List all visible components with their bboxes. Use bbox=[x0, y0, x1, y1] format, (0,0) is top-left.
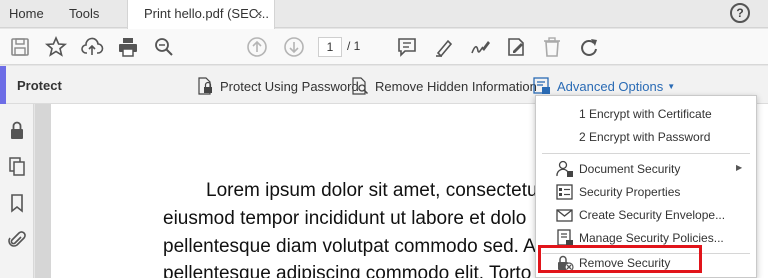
tab-tools[interactable]: Tools bbox=[69, 6, 99, 21]
bookmark-icon[interactable] bbox=[7, 193, 27, 213]
menu-item-label: Manage Security Policies... bbox=[579, 231, 724, 245]
remove-security-highlight-box bbox=[538, 245, 702, 273]
lock-document-icon bbox=[198, 77, 212, 95]
menu-item-encrypt-with-certificate[interactable]: 1 Encrypt with Certificate bbox=[536, 103, 756, 125]
properties-icon bbox=[556, 183, 574, 201]
protect-using-password-button[interactable]: Protect Using Password bbox=[196, 76, 359, 96]
user-lock-icon bbox=[556, 160, 574, 178]
help-icon[interactable]: ? bbox=[730, 3, 750, 23]
zoom-icon[interactable] bbox=[152, 35, 176, 59]
page-total: / 1 bbox=[347, 39, 361, 53]
toolbar: 1 / 1 bbox=[0, 29, 768, 65]
remove-hidden-information-label: Remove Hidden Information bbox=[375, 78, 537, 94]
tab-document[interactable]: Print hello.pdf (SEC... × bbox=[127, 0, 275, 29]
star-icon[interactable] bbox=[44, 35, 68, 59]
envelope-icon bbox=[556, 206, 574, 224]
protect-accent-bar bbox=[0, 66, 6, 104]
advanced-options-dropdown[interactable]: Advanced Options ▼ bbox=[533, 76, 675, 96]
cloud-upload-icon[interactable] bbox=[80, 35, 104, 59]
menu-item-encrypt-with-password[interactable]: 2 Encrypt with Password bbox=[536, 126, 756, 148]
menu-item-label: Document Security bbox=[579, 162, 681, 176]
comment-icon[interactable] bbox=[395, 35, 419, 59]
pages-icon[interactable] bbox=[7, 156, 27, 176]
document-text-line: pellentesque adipiscing commodo elit. To… bbox=[163, 263, 532, 278]
chevron-down-icon: ▼ bbox=[667, 81, 676, 91]
redo-icon[interactable] bbox=[577, 35, 601, 59]
menu-item-security-properties[interactable]: Security Properties bbox=[536, 181, 756, 203]
menu-item-create-security-envelope[interactable]: Create Security Envelope... bbox=[536, 204, 756, 226]
advanced-options-icon bbox=[533, 77, 550, 94]
remove-hidden-information-button[interactable]: Remove Hidden Information bbox=[351, 76, 537, 96]
next-page-icon[interactable] bbox=[282, 35, 306, 59]
menu-item-label: 2 Encrypt with Password bbox=[579, 130, 711, 144]
print-icon[interactable] bbox=[116, 35, 140, 59]
menu-item-label: 1 Encrypt with Certificate bbox=[579, 107, 712, 121]
menu-item-label: Security Properties bbox=[579, 185, 681, 199]
edit-stamp-icon[interactable] bbox=[504, 35, 528, 59]
tab-home[interactable]: Home bbox=[9, 6, 44, 21]
menu-separator bbox=[542, 153, 750, 154]
sign-icon[interactable] bbox=[468, 35, 492, 59]
menu-item-document-security[interactable]: Document Security ▶ bbox=[536, 158, 756, 180]
delete-icon[interactable] bbox=[540, 35, 564, 59]
advanced-options-label: Advanced Options bbox=[557, 78, 664, 94]
document-text-line: Lorem ipsum dolor sit amet, consectetu bbox=[206, 180, 538, 201]
search-document-icon bbox=[352, 77, 369, 95]
attachment-icon[interactable] bbox=[7, 230, 27, 250]
security-lock-icon[interactable] bbox=[7, 120, 27, 140]
document-text-line: pellentesque diam volutpat commodo sed. … bbox=[163, 236, 536, 257]
submenu-arrow-icon: ▶ bbox=[736, 163, 743, 172]
protect-title: Protect bbox=[17, 78, 62, 93]
menu-item-label: Create Security Envelope... bbox=[579, 208, 726, 222]
document-tab-title: Print hello.pdf (SEC... bbox=[144, 6, 269, 21]
left-navigation-rail bbox=[0, 104, 34, 278]
page-number-input[interactable]: 1 bbox=[318, 37, 342, 57]
protect-using-password-label: Protect Using Password bbox=[220, 78, 359, 94]
highlight-pen-icon[interactable] bbox=[432, 35, 456, 59]
tab-bar: Home Tools Print hello.pdf (SEC... × ? bbox=[0, 0, 768, 29]
close-icon[interactable]: × bbox=[255, 6, 263, 21]
save-icon[interactable] bbox=[8, 35, 32, 59]
document-text-line: eiusmod tempor incididunt ut labore et d… bbox=[163, 208, 527, 229]
previous-page-icon[interactable] bbox=[245, 35, 269, 59]
